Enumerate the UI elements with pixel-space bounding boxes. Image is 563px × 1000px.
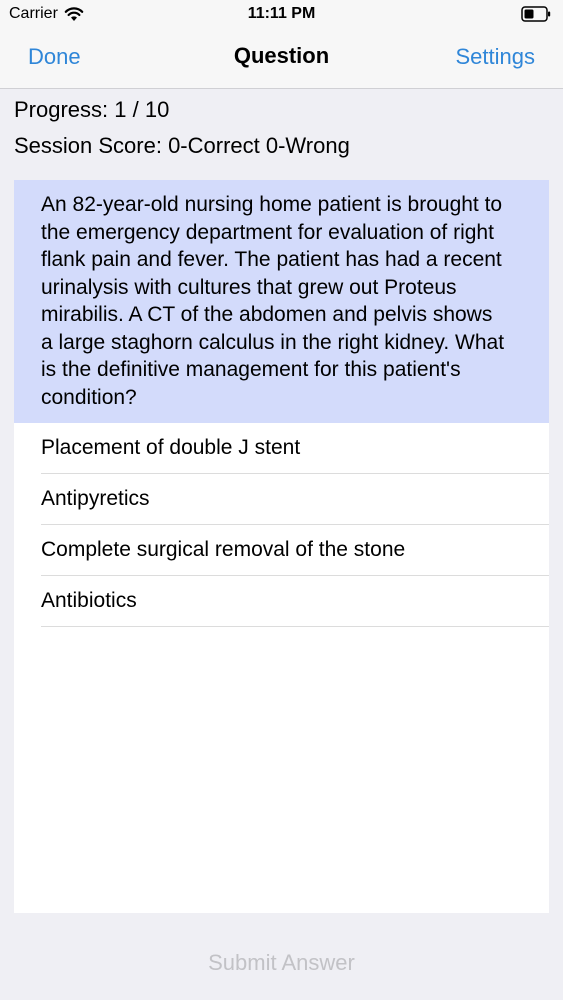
answer-option[interactable]: Complete surgical removal of the stone <box>41 525 549 576</box>
status-time: 11:11 PM <box>247 5 316 22</box>
status-bar: Carrier 11:11 PM <box>0 0 563 30</box>
answer-list: Placement of double J stent Antipyretics… <box>14 423 549 627</box>
settings-button[interactable]: Settings <box>456 44 536 70</box>
session-score-text: Session Score: 0-Correct 0-Wrong <box>14 133 350 158</box>
navigation-bar: Done Question Settings <box>0 30 563 89</box>
battery-icon <box>521 6 551 22</box>
answer-option[interactable]: Antibiotics <box>41 576 549 627</box>
answer-option[interactable]: Antipyretics <box>41 474 549 525</box>
submit-answer-button[interactable]: Submit Answer <box>0 950 563 976</box>
question-text: An 82-year-old nursing home patient is b… <box>14 180 549 423</box>
session-info: Progress: 1 / 10 Session Score: 0-Correc… <box>14 92 350 164</box>
question-card: An 82-year-old nursing home patient is b… <box>14 180 549 913</box>
answer-option[interactable]: Placement of double J stent <box>41 423 549 474</box>
progress-text: Progress: 1 / 10 <box>14 97 170 122</box>
